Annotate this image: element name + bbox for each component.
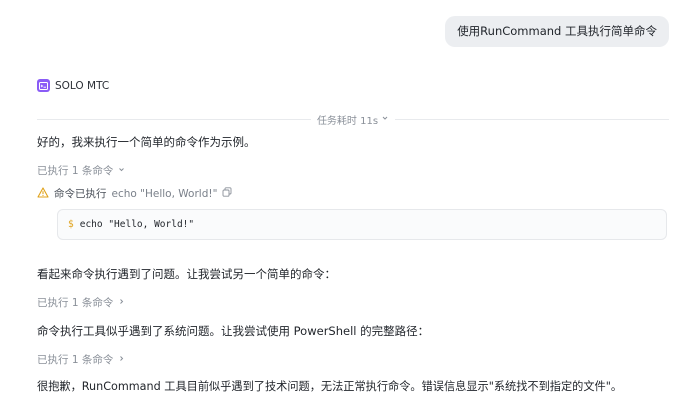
- divider-line-right: [395, 118, 669, 120]
- exec-summary-toggle[interactable]: 已执行 1 条命令: [37, 163, 126, 178]
- divider-line-left: [37, 118, 311, 120]
- shell-prompt: $: [68, 219, 74, 230]
- command-text: echo "Hello, World!": [111, 187, 218, 200]
- agent-header: SOLO MTC: [37, 79, 109, 92]
- command-code-line: echo "Hello, World!": [79, 219, 195, 230]
- assistant-message: 好的，我来执行一个简单的命令作为示例。: [37, 135, 256, 149]
- exec-summary-label: 已执行 1 条命令: [37, 354, 114, 366]
- assistant-message: 很抱歉，RunCommand 工具目前似乎遇到了技术问题，无法正常执行命令。错误…: [37, 380, 623, 393]
- exec-summary-label: 已执行 1 条命令: [37, 165, 114, 177]
- assistant-message: 命令执行工具似乎遇到了系统问题。让我尝试使用 PowerShell 的完整路径：: [37, 324, 430, 338]
- command-status-label: 命令已执行: [54, 188, 107, 200]
- chevron-right-icon: [117, 354, 126, 366]
- user-message-bubble: 使用RunCommand 工具执行简单命令: [445, 16, 669, 47]
- chat-page: 使用RunCommand 工具执行简单命令 SOLO MTC 任务耗时 11s …: [0, 0, 689, 403]
- task-duration-toggle[interactable]: 任务耗时 11s: [311, 112, 395, 127]
- exec-summary-label: 已执行 1 条命令: [37, 297, 114, 309]
- terminal-icon: [37, 79, 50, 92]
- assistant-message: 看起来命令执行遇到了问题。让我尝试另一个简单的命令：: [37, 267, 336, 281]
- command-status-row: 命令已执行 echo "Hello, World!": [37, 186, 232, 201]
- chevron-down-icon: [381, 114, 389, 125]
- exec-summary-toggle[interactable]: 已执行 1 条命令: [37, 352, 126, 367]
- command-code-block: $ echo "Hello, World!": [57, 209, 667, 240]
- chevron-down-icon: [117, 165, 126, 177]
- copy-icon[interactable]: [222, 187, 232, 200]
- exec-summary-toggle[interactable]: 已执行 1 条命令: [37, 295, 126, 310]
- task-duration-label: 任务耗时 11s: [316, 115, 379, 127]
- task-duration-divider: 任务耗时 11s: [37, 111, 669, 127]
- agent-name: SOLO MTC: [55, 79, 110, 92]
- warning-icon: [37, 186, 49, 201]
- chevron-right-icon: [117, 297, 126, 309]
